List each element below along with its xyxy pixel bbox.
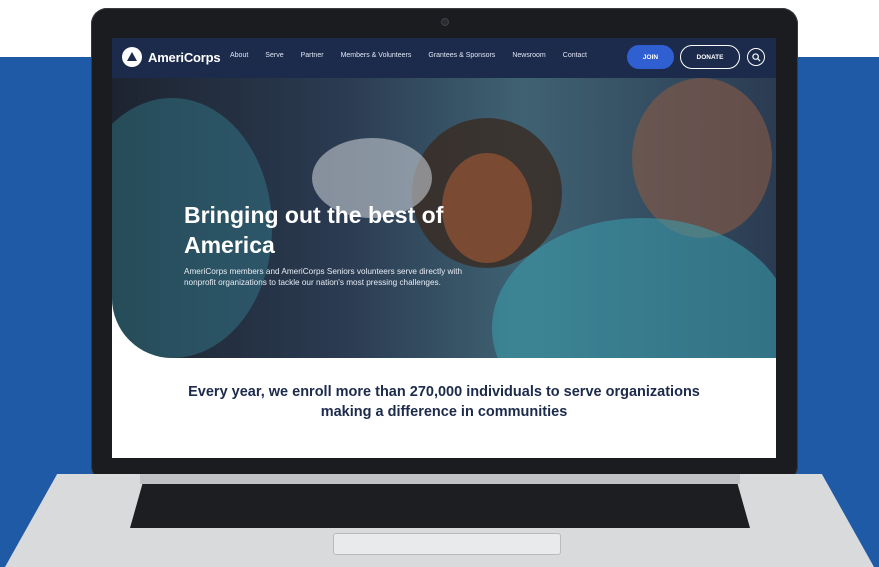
nav-item-partner[interactable]: Partner <box>301 52 324 59</box>
nav-item-contact[interactable]: Contact <box>563 52 587 59</box>
main-menu: About Serve Partner Members & Volunteers… <box>230 52 604 59</box>
nav-item-members-volunteers[interactable]: Members & Volunteers <box>341 52 412 59</box>
site-header: AmeriCorps About Serve Partner Members &… <box>112 38 776 78</box>
search-icon <box>751 52 761 62</box>
laptop-screen: AmeriCorps About Serve Partner Members &… <box>112 38 776 458</box>
logo[interactable]: AmeriCorps <box>122 47 221 67</box>
trackpad <box>333 533 561 555</box>
nav-item-newsroom[interactable]: Newsroom <box>512 52 545 59</box>
hero-photo-figure <box>632 78 772 238</box>
laptop-lid: AmeriCorps About Serve Partner Members &… <box>91 8 798 482</box>
tagline: Every year, we enroll more than 270,000 … <box>188 384 700 420</box>
donate-button[interactable]: DONATE <box>680 45 740 69</box>
hero-banner: Bringing out the best of America AmeriCo… <box>112 78 776 358</box>
nav-item-about[interactable]: About <box>230 52 248 59</box>
nav-item-grantees-sponsors[interactable]: Grantees & Sponsors <box>428 52 495 59</box>
brand-name: AmeriCorps <box>148 49 221 65</box>
nav-item-serve[interactable]: Serve <box>265 52 283 59</box>
camera-icon <box>441 18 449 26</box>
laptop-hinge <box>140 474 740 484</box>
americorps-logo-icon <box>122 47 142 67</box>
keyboard <box>130 484 750 528</box>
search-button[interactable] <box>747 48 765 66</box>
hero-description: AmeriCorps members and AmeriCorps Senior… <box>184 267 463 287</box>
hero-title: Bringing out the best of America <box>184 202 444 258</box>
join-button[interactable]: JOIN <box>627 45 674 69</box>
